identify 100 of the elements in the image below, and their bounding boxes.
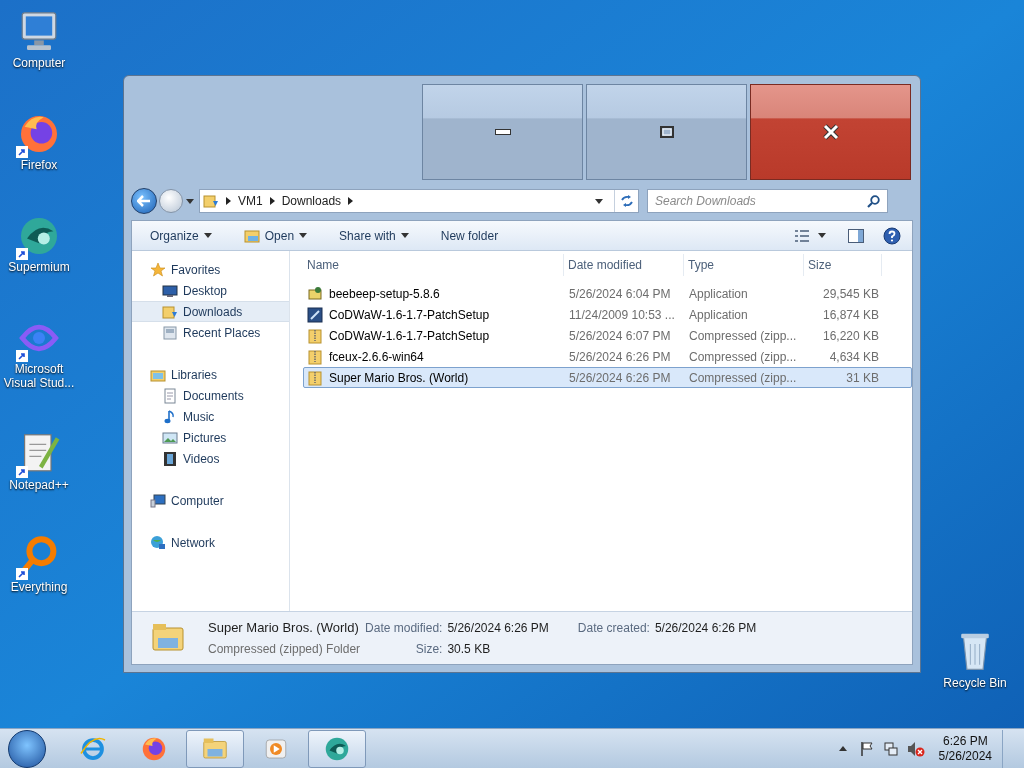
desktop-shortcut[interactable]: Supermium bbox=[0, 212, 78, 274]
installer-icon bbox=[307, 285, 323, 302]
nav-item[interactable]: Downloads bbox=[132, 301, 289, 322]
details-label: Size: bbox=[414, 640, 443, 658]
file-row[interactable]: beebeep-setup-5.8.6 5/26/2024 6:04 PM Application 29,545 KB bbox=[303, 283, 912, 304]
show-hidden-icons-icon bbox=[838, 746, 847, 751]
details-file-name: Super Mario Bros. (World) bbox=[208, 619, 360, 638]
file-name: Super Mario Bros. (World) bbox=[329, 369, 469, 387]
nav-item[interactable]: Pictures bbox=[132, 427, 289, 448]
details-label: Date created: bbox=[577, 620, 650, 637]
caret-icon bbox=[186, 198, 194, 204]
toolbar-button[interactable]: Share with bbox=[337, 222, 411, 249]
desktop-icon-label: Recycle Bin bbox=[943, 675, 1007, 692]
breadcrumb-arrow-icon bbox=[348, 197, 354, 205]
breadcrumb-arrow-icon bbox=[226, 197, 231, 205]
nav-item[interactable]: Music bbox=[132, 406, 289, 427]
desktop-shortcut[interactable]: Firefox bbox=[0, 110, 78, 172]
address-dropdown-icon bbox=[595, 198, 603, 204]
details-value: 5/26/2024 6:26 PM bbox=[447, 620, 549, 637]
desktop-shortcut[interactable]: Computer bbox=[0, 8, 78, 70]
desktop-icon-label: Computer bbox=[11, 56, 67, 70]
file-size: 16,220 KB bbox=[821, 327, 880, 345]
desktop-icon-label: Supermium bbox=[7, 260, 71, 274]
search-icon bbox=[867, 194, 880, 208]
nav-section-header[interactable]: Computer bbox=[132, 490, 289, 511]
column-header[interactable]: Type bbox=[684, 253, 804, 276]
star-icon bbox=[150, 261, 166, 278]
file-type: Application bbox=[688, 285, 749, 303]
file-date: 5/26/2024 6:07 PM bbox=[568, 327, 672, 345]
toolbar-button[interactable]: New folder bbox=[438, 222, 501, 249]
network-icon bbox=[882, 740, 899, 757]
speaker-muted-icon bbox=[906, 740, 925, 757]
file-row[interactable]: fceux-2.6.6-win64 5/26/2024 6:26 PM Compressed (zipp... 4,634 KB bbox=[303, 346, 912, 367]
file-row[interactable]: CoDWaW-1.6-1.7-PatchSetup 5/26/2024 6:07 PM Compressed (zipp... 16,220 KB bbox=[303, 325, 912, 346]
file-type: Compressed (zipp... bbox=[688, 327, 798, 345]
dropdown-caret-icon bbox=[818, 233, 826, 238]
back-button[interactable] bbox=[131, 188, 157, 214]
file-row[interactable]: CoDWaW-1.6-1.7-PatchSetup 11/24/2009 10:53 ... Application 16,874 KB bbox=[303, 304, 912, 325]
close-button[interactable] bbox=[750, 84, 911, 180]
file-name: CoDWaW-1.6-1.7-PatchSetup bbox=[329, 327, 490, 345]
nav-item[interactable]: Recent Places bbox=[132, 322, 289, 343]
open-folder-icon bbox=[243, 227, 260, 244]
help-button[interactable] bbox=[882, 225, 902, 246]
globe-icon bbox=[150, 534, 166, 551]
desktop-shortcut[interactable]: Microsoft Visual Stud... bbox=[0, 314, 78, 390]
monitor-icon bbox=[162, 282, 178, 299]
breadcrumb-link[interactable]: VM1 bbox=[238, 192, 263, 210]
nav-item[interactable]: Documents bbox=[132, 385, 289, 406]
nav-section-header[interactable]: Network bbox=[132, 532, 289, 553]
file-date: 5/26/2024 6:26 PM bbox=[568, 348, 672, 366]
details-value: 30.5 KB bbox=[447, 640, 492, 658]
file-name: CoDWaW-1.6-1.7-PatchSetup bbox=[329, 306, 490, 324]
search-input[interactable]: Search Downloads bbox=[655, 192, 867, 210]
column-header[interactable]: Name bbox=[303, 253, 564, 276]
desktop-icon-label: Everything bbox=[9, 580, 69, 594]
file-name: beebeep-setup-5.8.6 bbox=[329, 285, 440, 303]
column-header[interactable]: Size bbox=[804, 253, 882, 276]
column-header[interactable]: Date modified bbox=[564, 253, 684, 276]
file-date: 5/26/2024 6:26 PM bbox=[568, 369, 672, 387]
clock[interactable]: 6:26 PM 5/26/2024 bbox=[938, 733, 992, 764]
start-button[interactable] bbox=[8, 729, 46, 768]
details-view-icon bbox=[794, 228, 810, 243]
nav-section-header[interactable]: Libraries bbox=[132, 364, 289, 385]
toolbar-button[interactable]: Organize bbox=[148, 222, 214, 249]
file-date: 5/26/2024 6:04 PM bbox=[568, 285, 672, 303]
file-type: Compressed (zipp... bbox=[688, 369, 798, 387]
taskbar-button[interactable] bbox=[308, 729, 366, 768]
breadcrumb-link[interactable]: Downloads bbox=[281, 192, 342, 210]
breadcrumb-arrow-icon bbox=[269, 197, 275, 205]
details-file-type: Compressed (zipped) Folder bbox=[208, 640, 361, 658]
desktop-shortcut[interactable]: Notepad++ bbox=[0, 430, 78, 492]
file-size: 4,634 KB bbox=[828, 348, 880, 366]
refresh-icon bbox=[619, 195, 634, 207]
preview-pane-icon bbox=[848, 228, 864, 243]
file-size: 29,545 KB bbox=[821, 285, 880, 303]
minimize-icon bbox=[494, 129, 511, 135]
file-row[interactable]: Super Mario Bros. (World) 5/26/2024 6:26 PM Compressed (zipp... 31 KB bbox=[303, 367, 912, 388]
minimize-button[interactable] bbox=[422, 84, 583, 180]
nav-section-header[interactable]: Favorites bbox=[132, 259, 289, 280]
nav-item[interactable]: Desktop bbox=[132, 280, 289, 301]
computer-icon bbox=[150, 492, 166, 509]
desktop-shortcut[interactable]: Everything bbox=[0, 532, 78, 594]
address-bar[interactable]: VM1 Downloads bbox=[199, 189, 639, 213]
application-icon bbox=[307, 306, 323, 323]
desktop-shortcut[interactable]: Recycle Bin bbox=[936, 628, 1014, 692]
back-arrow-icon bbox=[137, 195, 151, 207]
file-size: 31 KB bbox=[845, 369, 880, 387]
document-icon bbox=[162, 387, 178, 404]
close-icon bbox=[822, 124, 839, 140]
nav-item[interactable]: Videos bbox=[132, 448, 289, 469]
zipped-folder-icon bbox=[307, 348, 323, 365]
maximize-button[interactable] bbox=[586, 84, 747, 180]
desktop-icon-label: Microsoft Visual Stud... bbox=[2, 362, 76, 390]
search-field[interactable]: Search Downloads bbox=[647, 189, 888, 213]
file-size: 16,874 KB bbox=[821, 306, 880, 324]
toolbar-button[interactable]: Open bbox=[241, 222, 310, 249]
zipped-folder-icon bbox=[307, 369, 323, 386]
desktop-icon-label: Firefox bbox=[19, 158, 59, 172]
flag-icon bbox=[858, 740, 875, 757]
taskbar-button[interactable] bbox=[186, 729, 244, 768]
